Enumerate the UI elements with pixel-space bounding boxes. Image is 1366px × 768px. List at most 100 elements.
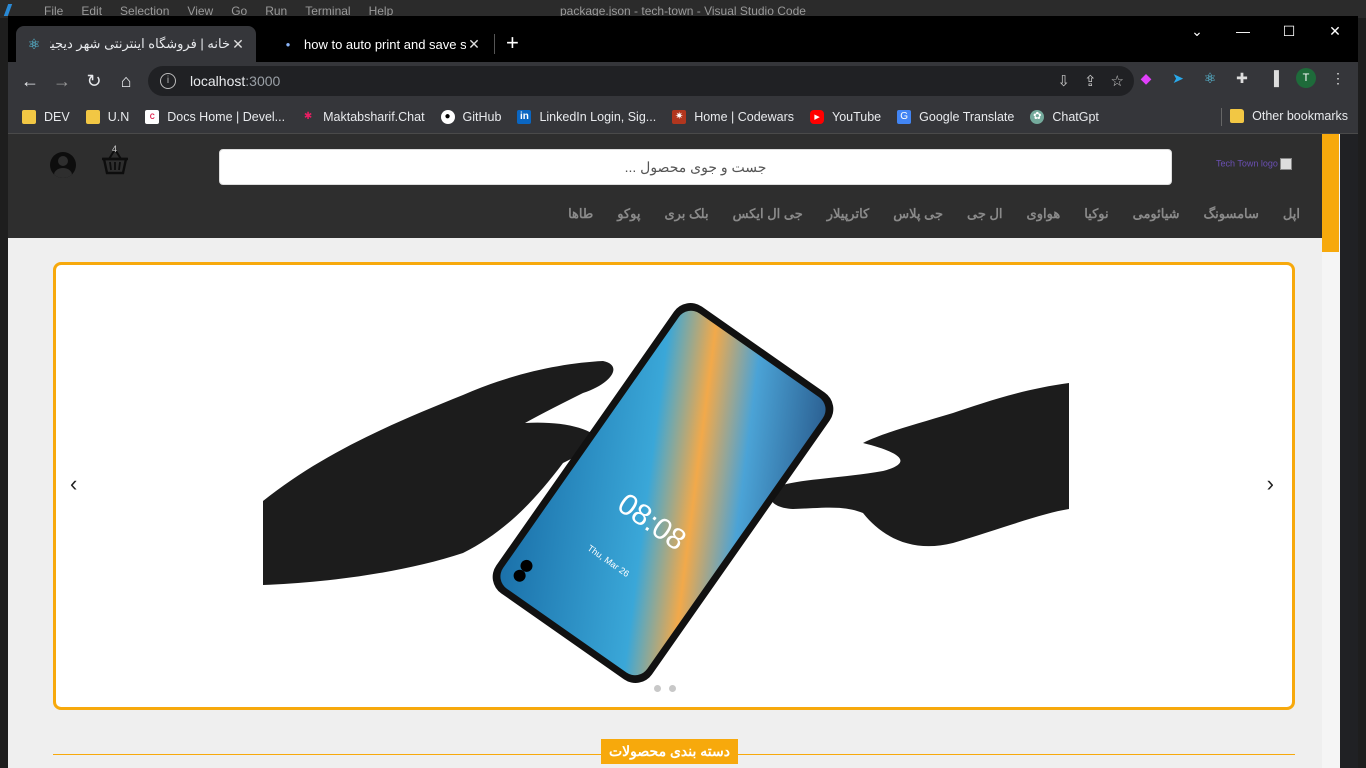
other-bookmarks-label: Other bookmarks [1252,109,1348,123]
bookmark-youtube[interactable]: ▶ YouTube [810,109,882,124]
tab-separator [494,34,495,54]
category-xiaomi[interactable]: شیائومی [1133,206,1180,222]
cart-count-badge: 4 [112,144,118,154]
bookmark-label: Docs Home | Devel... [167,109,286,124]
site-logo[interactable]: Tech Town logo [1216,158,1292,170]
tab-search-icon[interactable]: ⌄ [1174,16,1220,46]
chatgpt-icon: ✿ [1030,109,1045,124]
omnibox-actions: ⇩ ⇪ ☆ [1057,72,1124,90]
translate-icon: G [897,109,912,124]
window-controls: ⌄ — ☐ ✕ [1174,16,1358,46]
color-picker-icon[interactable]: ◆ [1136,68,1156,88]
menu-kebab-icon[interactable]: ⋮ [1328,68,1348,88]
bookmark-maktab[interactable]: ✱ Maktabsharif.Chat [301,110,425,124]
close-tab-icon[interactable]: ✕ [230,36,246,53]
bookmark-chatgpt[interactable]: ✿ ChatGpt [1030,109,1099,124]
product-search-input[interactable]: جست و جوی محصول ... [219,149,1172,185]
tab-strip: ⚛ خانه | فروشگاه اینترنتی شهر دیجیتال ✕ … [8,16,1358,62]
web-page: 4 جست و جوی محصول ... Tech Town logo اپل… [8,134,1340,768]
reload-button[interactable]: ↻ [78,65,110,97]
folder-icon [22,109,36,124]
category-poco[interactable]: پوکو [617,206,640,222]
category-huawei[interactable]: هواوی [1027,206,1061,222]
vscode-logo-icon [3,4,23,16]
category-caterpillar[interactable]: کاترپیلار [827,206,870,222]
category-lg[interactable]: ال جی [967,206,1003,222]
bookmark-label: ChatGpt [1052,109,1099,124]
github-icon: ● [440,109,455,124]
address-bar[interactable]: i localhost :3000 ⇩ ⇪ ☆ [148,66,1134,96]
tab-inactive[interactable]: ● how to auto print and save screen ✕ [270,26,492,62]
category-nav: اپل سامسونگ شیائومی نوکیا هواوی ال جی جی… [568,206,1300,222]
tab-title: خانه | فروشگاه اینترنتی شهر دیجیتال [50,36,230,51]
category-nokia[interactable]: نوکیا [1084,206,1108,222]
minimize-button[interactable]: — [1220,16,1266,46]
section-title: دسته بندی محصولات [601,739,738,764]
bookmarks-bar: DEV U.N c Docs Home | Devel... ✱ Maktabsha… [8,100,1358,134]
bookmark-label: Home | Codewars [694,109,795,124]
bookmark-label: U.N [107,109,130,124]
logo-alt-text: Tech Town logo [1216,158,1278,169]
broken-image-icon [1279,158,1292,170]
carousel-next-arrow[interactable]: › [1267,471,1274,497]
linkedin-icon: in [517,109,532,124]
close-window-button[interactable]: ✕ [1312,16,1358,46]
docs-icon: c [145,109,160,124]
folder-icon [85,109,100,124]
bookmark-label: DEV [44,109,70,124]
new-tab-button[interactable]: + [506,30,519,56]
carousel-prev-arrow[interactable]: ‹ [70,471,77,497]
bookmark-github[interactable]: ● GitHub [440,109,502,124]
react-icon: ⚛ [27,35,41,52]
other-bookmarks[interactable]: Other bookmarks [1230,109,1348,123]
chat-icon: ✱ [303,111,313,122]
carousel-dots [654,685,676,692]
side-panel-icon[interactable]: ▐ [1264,68,1284,88]
category-glx[interactable]: جی ال ایکس [733,206,803,222]
back-button[interactable]: ← [14,65,46,97]
extensions-area: ◆ ➤ ⚛ ✚ ▐ T ⋮ [1136,68,1348,88]
forward-button[interactable]: → [46,65,78,97]
extensions-puzzle-icon[interactable]: ✚ [1232,68,1252,88]
bookmark-un[interactable]: U.N [85,109,130,124]
bookmark-label: LinkedIn Login, Sig... [539,109,657,124]
youtube-icon: ▶ [810,109,825,124]
bookmark-star-icon[interactable]: ☆ [1111,72,1124,90]
loading-icon: ● [285,39,291,49]
home-button[interactable]: ⌂ [110,65,142,97]
browser-window: ⚛ خانه | فروشگاه اینترنتی شهر دیجیتال ✕ … [8,16,1358,768]
codewars-icon: ✷ [672,109,687,124]
bookmark-translate[interactable]: G Google Translate [897,109,1015,124]
hero-carousel: 08:08 Thu, Mar 26 ‹ › [53,262,1295,710]
carousel-dot[interactable] [669,685,676,692]
category-taha[interactable]: طاها [568,206,593,222]
bookmarks-separator [1221,108,1222,126]
bookmark-label: Google Translate [919,109,1015,124]
tab-active[interactable]: ⚛ خانه | فروشگاه اینترنتی شهر دیجیتال ✕ [16,26,256,62]
profile-avatar[interactable]: T [1296,68,1316,88]
telegram-icon[interactable]: ➤ [1168,68,1188,88]
category-samsung[interactable]: سامسونگ [1204,206,1259,222]
maximize-button[interactable]: ☐ [1266,16,1312,46]
scrollbar-thumb[interactable] [1322,134,1339,252]
bookmark-linkedin[interactable]: in LinkedIn Login, Sig... [517,109,657,124]
share-icon[interactable]: ⇪ [1084,72,1097,90]
react-devtools-icon[interactable]: ⚛ [1200,68,1220,88]
category-blackberry[interactable]: بلک بری [664,206,708,222]
carousel-dot[interactable] [654,685,661,692]
tab-title: how to auto print and save screen [304,36,466,52]
bookmark-label: YouTube [832,109,882,124]
bookmark-docs[interactable]: c Docs Home | Devel... [145,109,286,124]
category-apple[interactable]: اپل [1283,206,1300,222]
bookmark-label: GitHub [462,109,502,124]
site-header: 4 جست و جوی محصول ... Tech Town logo اپل… [8,134,1340,238]
bookmark-codewars[interactable]: ✷ Home | Codewars [672,109,795,124]
browser-toolbar: ← → ↻ ⌂ i localhost :3000 ⇩ ⇪ ☆ ◆ ➤ ⚛ ✚ … [8,62,1358,100]
install-app-icon[interactable]: ⇩ [1057,72,1070,90]
user-account-icon[interactable] [50,152,76,178]
site-info-icon[interactable]: i [160,73,176,89]
category-gplus[interactable]: جی پلاس [893,206,943,222]
close-tab-icon[interactable]: ✕ [466,36,482,53]
bookmark-dev[interactable]: DEV [22,109,70,124]
page-scrollbar[interactable] [1322,134,1340,768]
